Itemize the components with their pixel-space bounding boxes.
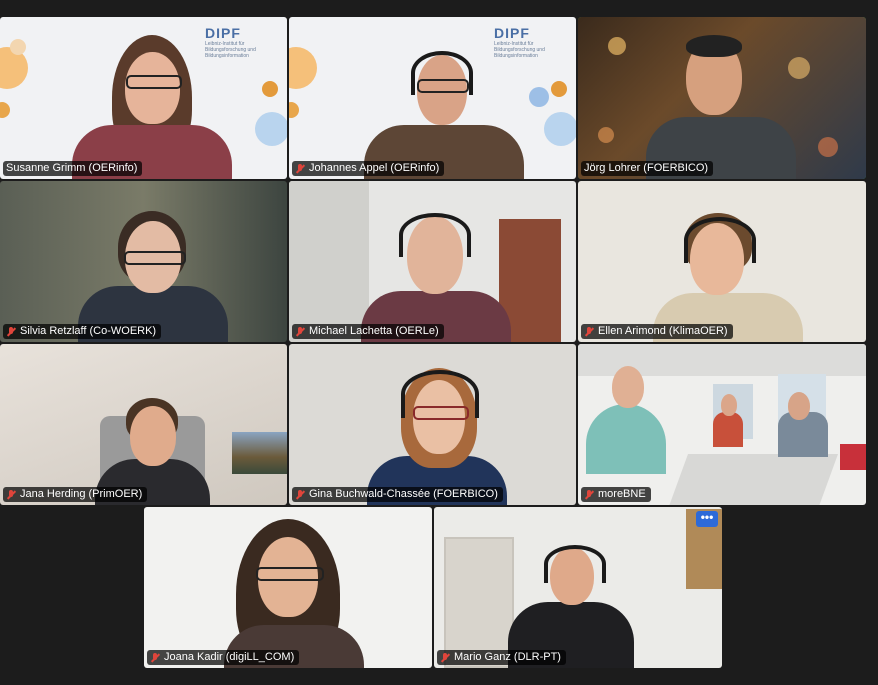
bokeh-light — [818, 137, 838, 157]
name-label: Joana Kadir (digiLL_COM) — [147, 650, 300, 665]
face — [721, 394, 737, 416]
participant-name: Mario Ganz (DLR-PT) — [454, 651, 561, 663]
name-label: Mario Ganz (DLR-PT) — [437, 650, 566, 665]
name-label: Michael Lachetta (OERLe) — [292, 324, 444, 339]
hair — [686, 35, 742, 57]
glasses — [124, 251, 186, 265]
participant-name: moreBNE — [598, 488, 646, 500]
dipf-logo: DIPF Leibniz-Institut für Bildungsforschu… — [205, 25, 256, 59]
dipf-logo: DIPF Leibniz-Institut für Bildungsforschu… — [494, 25, 545, 59]
video-tile-joana-kadir[interactable]: Joana Kadir (digiLL_COM) — [144, 507, 432, 668]
muted-mic-icon — [295, 163, 305, 175]
face — [130, 406, 176, 466]
video-tile-gina-buchwald-chassee[interactable]: Gina Buchwald-Chassée (FOERBICO) — [289, 344, 576, 505]
muted-mic-icon — [150, 652, 160, 664]
video-tile-michael-lachetta[interactable]: Michael Lachetta (OERLe) — [289, 181, 576, 342]
name-label: Gina Buchwald-Chassée (FOERBICO) — [292, 487, 503, 502]
decorative-circle — [255, 112, 287, 146]
torso — [713, 412, 743, 447]
decorative-circle — [10, 39, 26, 55]
shelf — [444, 537, 514, 668]
video-tile-morebne[interactable]: moreBNE — [578, 344, 866, 505]
participant-name: Susanne Grimm (OERinfo) — [6, 162, 138, 174]
bokeh-light — [598, 127, 614, 143]
headset — [399, 213, 471, 257]
decorative-circle — [551, 81, 567, 97]
bokeh-light — [608, 37, 626, 55]
face — [612, 366, 644, 408]
headset — [544, 545, 606, 583]
name-label: moreBNE — [581, 487, 651, 502]
torso — [586, 404, 666, 474]
video-tile-susanne-grimm[interactable]: DIPF Leibniz-Institut für Bildungsforschu… — [0, 17, 287, 179]
table — [667, 454, 839, 505]
name-label: Jörg Lohrer (FOERBICO) — [581, 161, 714, 176]
bokeh-light — [788, 57, 810, 79]
name-label: Susanne Grimm (OERinfo) — [3, 161, 143, 176]
muted-mic-icon — [295, 326, 305, 338]
video-tile-jana-herding[interactable]: Jana Herding (PrimOER) — [0, 344, 287, 505]
muted-mic-icon — [295, 489, 305, 501]
muted-mic-icon — [440, 652, 450, 664]
decorative-circle — [544, 112, 576, 146]
name-label: Ellen Arimond (KlimaOER) — [581, 324, 733, 339]
wall-shadow — [289, 181, 369, 342]
participant-name: Ellen Arimond (KlimaOER) — [598, 325, 728, 337]
glasses — [126, 75, 182, 89]
glasses — [413, 406, 469, 420]
participant-name: Michael Lachetta (OERLe) — [309, 325, 439, 337]
video-tile-johannes-appel[interactable]: DIPF Leibniz-Institut für Bildungsforschu… — [289, 17, 576, 179]
participant-name: Joana Kadir (digiLL_COM) — [164, 651, 295, 663]
video-tile-joerg-lohrer[interactable]: Jörg Lohrer (FOERBICO) — [578, 17, 866, 179]
muted-mic-icon — [6, 326, 16, 338]
more-options-button[interactable]: ••• — [696, 511, 718, 527]
headset — [684, 217, 756, 263]
name-label: Silvia Retzlaff (Co-WOERK) — [3, 324, 162, 339]
video-tile-mario-ganz[interactable]: ••• Mario Ganz (DLR-PT) — [434, 507, 722, 668]
glasses — [256, 567, 324, 581]
participant-name: Jana Herding (PrimOER) — [20, 488, 143, 500]
participant-name: Johannes Appel (OERinfo) — [309, 162, 440, 174]
wall-picture — [232, 432, 287, 474]
participant-name: Gina Buchwald-Chassée (FOERBICO) — [309, 488, 498, 500]
muted-mic-icon — [584, 489, 594, 501]
muted-mic-icon — [6, 489, 16, 501]
muted-mic-icon — [584, 326, 594, 338]
participant-name: Silvia Retzlaff (Co-WOERK) — [20, 325, 157, 337]
red-chair — [840, 444, 866, 470]
glasses — [417, 79, 469, 93]
video-tile-silvia-retzlaff[interactable]: Silvia Retzlaff (Co-WOERK) — [0, 181, 287, 342]
name-label: Jana Herding (PrimOER) — [3, 487, 148, 502]
decorative-circle — [529, 87, 549, 107]
video-tile-ellen-arimond[interactable]: Ellen Arimond (KlimaOER) — [578, 181, 866, 342]
decorative-circle — [262, 81, 278, 97]
face — [788, 392, 810, 420]
participant-name: Jörg Lohrer (FOERBICO) — [584, 162, 709, 174]
name-label: Johannes Appel (OERinfo) — [292, 161, 445, 176]
